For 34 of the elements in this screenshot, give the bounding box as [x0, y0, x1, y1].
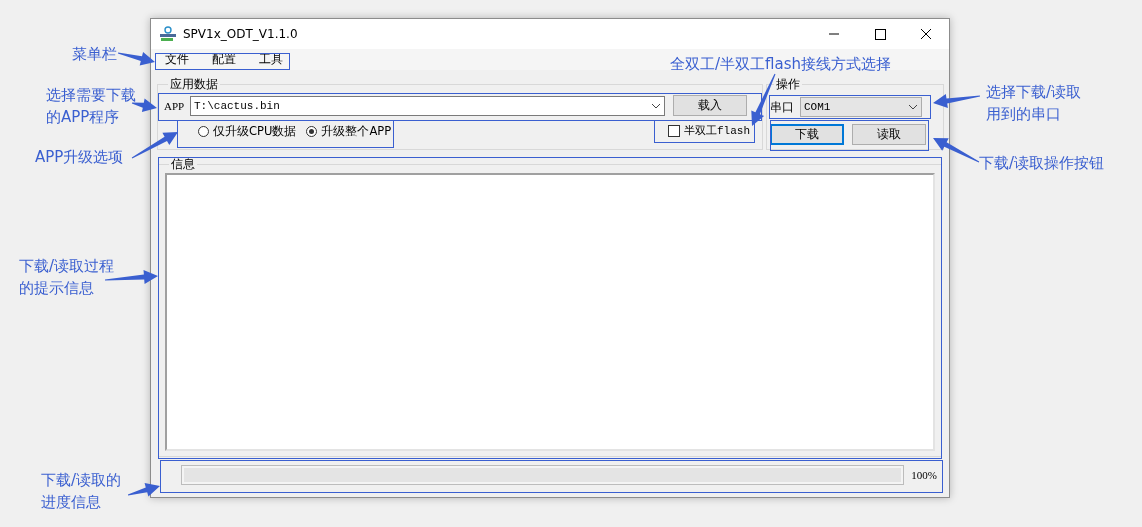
file-path-dropdown[interactable]: T:\cactus.bin [190, 95, 665, 116]
callout-text: 下载/读取过程的提示信息 [19, 256, 116, 299]
callout-text: 选择下载/读取用到的串口 [986, 82, 1083, 125]
port-dropdown[interactable]: COM1 [800, 97, 922, 117]
callout-arrow [131, 132, 178, 159]
field-label: 串口 [770, 98, 794, 116]
group-title: 应用数据 [169, 76, 219, 93]
callout-text: 下载/读取操作按钮 [979, 153, 1105, 174]
menu-item[interactable]: 工具 [257, 51, 285, 68]
callout-text: APP升级选项 [35, 147, 124, 168]
progress-reading: 100% [911, 469, 937, 481]
callout-text: 菜单栏 [72, 44, 117, 65]
app-logo-icon [159, 26, 177, 42]
radio-button[interactable] [306, 126, 318, 137]
checkbox[interactable] [668, 124, 680, 137]
group-title: 信息 [170, 156, 196, 173]
radio-label: 升级整个APP [321, 124, 392, 139]
callout-arrow [933, 138, 980, 163]
checkbox-label: 半双工flash [684, 124, 750, 138]
menu-item[interactable]: 文件 [163, 51, 191, 68]
callout-arrow [117, 51, 155, 66]
action-button[interactable]: 下载 [770, 124, 844, 145]
radio-label: 仅升级CPU数据 [213, 124, 297, 139]
window-title: SPV1x_ODT_V1.1.0 [183, 27, 298, 41]
action-button[interactable]: 读取 [852, 124, 926, 145]
callout-arrow [933, 94, 981, 108]
callout-text: 全双工/半双工flash接线方式选择 [670, 54, 891, 75]
field-label: APP [164, 99, 186, 112]
callout-arrow [127, 483, 160, 497]
group-title: 操作 [775, 76, 801, 93]
radio-button[interactable] [198, 126, 209, 137]
callout-text: 选择需要下载的APP程序 [46, 85, 137, 128]
callout-text: 下载/读取的进度信息 [41, 470, 123, 513]
load-button[interactable]: 载入 [673, 95, 747, 116]
